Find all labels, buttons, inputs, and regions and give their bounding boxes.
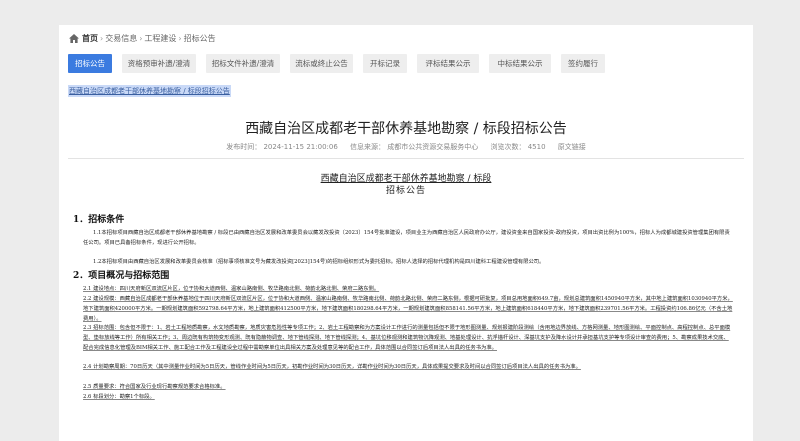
notice-tabs: 招标公告 资格预审补遗/澄清 招标文件补遗/澄清 流标或终止公告 开标记录 评标…: [68, 54, 615, 73]
breadcrumb-bidding-notice[interactable]: 招标公告: [184, 33, 216, 44]
tab-failed-notice[interactable]: 流标或终止公告: [290, 54, 353, 73]
paragraph-2-4: 2.4 计划勘察周期：70日历天（其中测量作业时间为5日历天，管线作业时间为5日…: [83, 364, 581, 370]
paragraph-2-3: 2.3 招标范围：包含但不限于：1、岩土工程地质勘察，水文地质勘察，地质灾害危险…: [83, 325, 731, 351]
tab-award[interactable]: 中标结果公示: [489, 54, 551, 73]
breadcrumb-engineering[interactable]: 工程建设: [144, 33, 176, 44]
page-title: 西藏自治区成都老干部休养基地勘察 / 标段招标公告: [245, 121, 567, 137]
paragraph-2-5: 2.5 质量要求：符合国家及行业现行勘察规范要求合格标准。: [83, 384, 226, 390]
notice-body: 1．招标条件 1.1本招标项目西藏自治区成都老干部休养基地勘察 / 标段已由西藏…: [73, 215, 733, 403]
breadcrumb: 首页 › 交易信息 › 工程建设 › 招标公告: [69, 30, 216, 46]
tab-prequal-addendum[interactable]: 资格预审补遗/澄清: [122, 54, 196, 73]
divider: [68, 158, 744, 159]
paragraph-2-1: 2.1 建设地点：四川天府新区双流区片区，位于协和大道西侧、温家山路南侧、牧华路…: [83, 286, 380, 292]
tab-evaluation[interactable]: 评标结果公示: [417, 54, 479, 73]
breadcrumb-separator: ›: [139, 33, 143, 43]
paragraph-1-1: 1.1本招标项目西藏自治区成都老干部休养基地勘察 / 标段已由西藏自治区发展和改…: [83, 230, 730, 246]
tab-doc-addendum[interactable]: 招标文件补遗/澄清: [206, 54, 280, 73]
notice-subtitle-2: 招标公告: [385, 186, 426, 196]
section-heading: 1．招标条件: [73, 215, 125, 225]
breadcrumb-separator: ›: [100, 33, 104, 43]
paragraph-2-6: 2.6 标段划分：勘察1个标段。: [83, 394, 155, 400]
view-count: 浏览次数： 4510: [490, 143, 546, 151]
info-source: 信息来源： 成都市公共资源交易服务中心: [350, 143, 479, 151]
tab-bid-opening[interactable]: 开标记录: [363, 54, 407, 73]
content-panel: 首页 › 交易信息 › 工程建设 › 招标公告 招标公告 资格预审补遗/澄清 招…: [59, 25, 753, 441]
meta-info: 发布时间： 2024-11-15 21:00:06 信息来源： 成都市公共资源交…: [59, 142, 753, 152]
selected-title-text[interactable]: 西藏自治区成都老干部休养基地勘察 / 标段招标公告: [68, 85, 231, 97]
tab-bidding-notice[interactable]: 招标公告: [68, 54, 112, 73]
paragraph-1-2: 1.2本招标项目由西藏自治区发展和改革委员会核准（招标事项核准文号为藏发改投资[…: [93, 259, 545, 265]
tab-contract[interactable]: 签约履行: [561, 54, 605, 73]
paragraph-2-2: 2.2 建设规模：西藏自治区成都老干部休养基地位于四川天府新区双流区片区，位于协…: [83, 296, 733, 322]
home-icon: [69, 33, 79, 43]
publish-time: 发布时间： 2024-11-15 21:00:06: [226, 143, 338, 151]
breadcrumb-home[interactable]: 首页: [82, 33, 98, 44]
original-link[interactable]: 原文链接: [558, 143, 586, 151]
section-heading: 2．项目概况与招标范围: [73, 271, 170, 281]
breadcrumb-trading-info[interactable]: 交易信息: [105, 33, 137, 44]
breadcrumb-separator: ›: [178, 33, 182, 43]
